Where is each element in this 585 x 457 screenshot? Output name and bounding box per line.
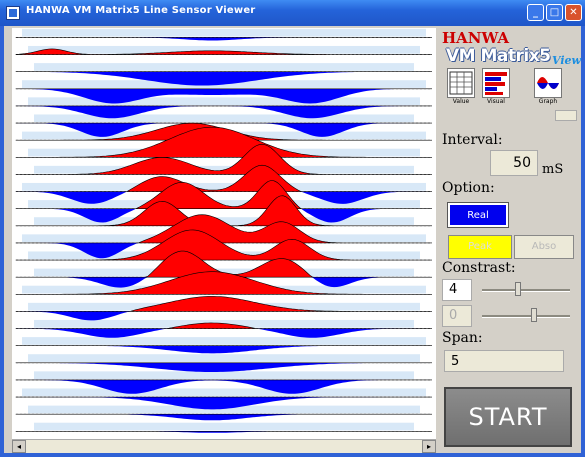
slider-thumb[interactable] [531,308,538,322]
status-indicator [555,110,577,121]
sensor-negative-wave [16,311,432,321]
sensor-negative-wave [16,362,432,372]
graph-mode-button[interactable] [534,68,562,98]
brand-logo: HANWA [442,29,510,47]
span-input[interactable]: 5 [444,350,564,372]
maximize-button[interactable]: □ [546,4,563,21]
sensor-negative-wave [16,328,432,338]
constrast-value[interactable]: 4 [442,279,472,301]
sensor-backdrop [34,114,414,123]
product-logo-suffix: View [552,54,581,67]
close-button[interactable]: ✕ [565,4,582,21]
control-panel: HANWA VM Matrix5 View Value Visual Graph… [438,28,581,453]
interval-label: Interval: [442,132,503,148]
sensor-negative-wave [16,37,432,41]
sensor-backdrop [22,337,426,345]
sensor-backdrop [28,97,420,106]
span-label: Span: [442,330,483,346]
sensor-backdrop [34,422,414,431]
visual-mode-label: Visual [487,98,505,105]
sensor-backdrop [34,63,414,71]
slider-track [482,315,570,318]
value-mode-label: Value [452,98,470,105]
sensor-backdrop [22,388,426,397]
option-label: Option: [442,180,495,196]
secondary-value[interactable]: 0 [442,305,472,327]
sensor-backdrop [34,371,414,380]
peak-button[interactable]: Peak [448,235,512,259]
real-button[interactable]: Real [447,202,509,228]
sensor-backdrop [22,28,426,37]
slider-thumb[interactable] [514,282,521,296]
app-icon [6,6,20,20]
sensor-waveform-plot [15,28,433,433]
constrast-label: Constrast: [442,260,516,276]
visual-mode-button[interactable] [482,68,510,98]
value-grid-icon [449,71,473,95]
start-button[interactable]: START [444,387,572,447]
sensor-negative-wave [16,345,432,354]
scroll-right-arrow-icon[interactable]: ▸ [422,440,436,453]
visual-bars-icon [485,72,507,95]
sensor-negative-wave [16,414,432,421]
horizontal-scrollbar[interactable]: ◂ ▸ [12,439,436,453]
window-title: HANWA VM Matrix5 Line Sensor Viewer [26,5,256,16]
sensor-backdrop [28,354,420,362]
graph-wave-icon [537,77,559,89]
constrast-slider[interactable] [478,279,574,301]
graph-mode-label: Graph [538,98,558,105]
scroll-left-arrow-icon[interactable]: ◂ [12,440,26,453]
secondary-slider[interactable] [478,305,574,327]
interval-input[interactable]: 50 [490,150,538,176]
abso-button[interactable]: Abso [514,235,574,259]
interval-unit: mS [542,162,564,177]
minimize-button[interactable]: _ [527,4,544,21]
slider-track [482,289,570,292]
line-sensor-display [12,28,436,439]
value-mode-button[interactable] [447,68,475,98]
product-logo: VM Matrix5 [446,46,551,66]
app-window: HANWA VM Matrix5 Line Sensor Viewer _ □ … [0,0,585,457]
title-bar[interactable]: HANWA VM Matrix5 Line Sensor Viewer _ □ … [0,0,585,26]
